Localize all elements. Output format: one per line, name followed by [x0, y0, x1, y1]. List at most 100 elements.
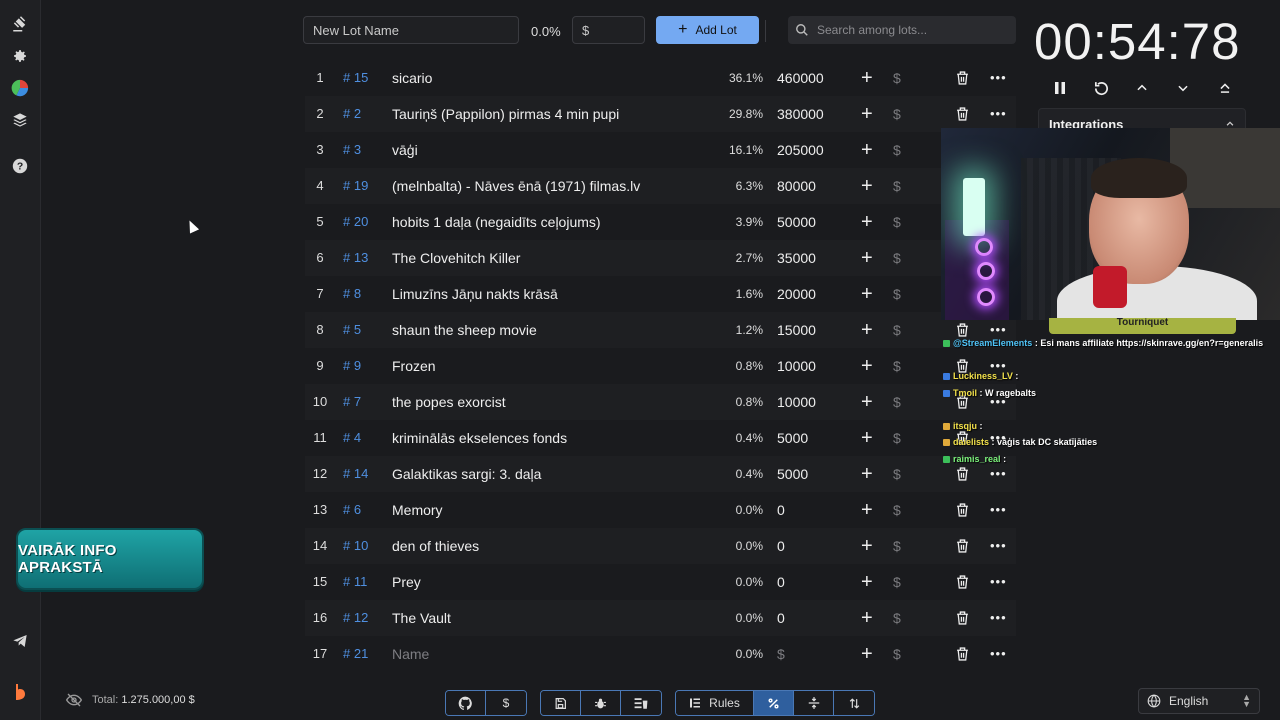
currency-button[interactable]: $: [893, 132, 901, 168]
lot-amount[interactable]: 5000: [777, 420, 808, 456]
compact-toggle[interactable]: [794, 691, 834, 715]
percent-toggle[interactable]: [754, 691, 794, 715]
lot-name[interactable]: hobits 1 daļa (negaidīts ceļojums): [392, 204, 601, 240]
pause-icon[interactable]: [1049, 78, 1071, 98]
add-lot-button[interactable]: + Add Lot: [656, 16, 759, 44]
gavel-icon[interactable]: [8, 12, 32, 36]
help-icon[interactable]: ?: [8, 154, 32, 178]
lot-name[interactable]: kriminālās ekselences fonds: [392, 420, 567, 456]
trash-icon[interactable]: [956, 467, 969, 481]
more-options-button[interactable]: •••: [990, 636, 1007, 672]
currency-button[interactable]: $: [893, 168, 901, 204]
add-amount-button[interactable]: +: [861, 348, 875, 384]
lot-amount[interactable]: 0: [777, 528, 785, 564]
brand-icon[interactable]: [8, 680, 32, 704]
trash-icon[interactable]: [956, 575, 969, 589]
currency-button[interactable]: $: [893, 60, 901, 96]
eye-off-icon[interactable]: [66, 693, 82, 707]
language-select[interactable]: English ▲ ▼: [1138, 688, 1260, 714]
add-amount-button[interactable]: +: [861, 564, 875, 600]
lot-amount[interactable]: 205000: [777, 132, 824, 168]
trash-icon[interactable]: [956, 647, 969, 661]
lot-name[interactable]: shaun the sheep movie: [392, 312, 537, 348]
trash-icon[interactable]: [956, 71, 969, 85]
add-amount-button[interactable]: +: [861, 60, 875, 96]
lot-amount[interactable]: 0: [777, 492, 785, 528]
more-options-button[interactable]: •••: [990, 60, 1007, 96]
sort-button[interactable]: [834, 691, 874, 715]
lot-amount[interactable]: 0: [777, 564, 785, 600]
chevron-down-icon[interactable]: [1172, 78, 1194, 98]
lot-amount-input[interactable]: [572, 16, 645, 44]
trash-icon[interactable]: [956, 107, 969, 121]
lot-amount[interactable]: 5000: [777, 456, 808, 492]
more-options-button[interactable]: •••: [990, 564, 1007, 600]
trash-icon[interactable]: [956, 611, 969, 625]
add-amount-button[interactable]: +: [861, 384, 875, 420]
currency-button[interactable]: $: [893, 528, 901, 564]
lot-amount[interactable]: 50000: [777, 204, 816, 240]
lot-name[interactable]: den of thieves: [392, 528, 479, 564]
add-amount-button[interactable]: +: [861, 528, 875, 564]
layers-icon[interactable]: [8, 108, 32, 132]
lot-amount[interactable]: 460000: [777, 60, 824, 96]
trash-icon[interactable]: [956, 503, 969, 517]
chevron-up-icon[interactable]: [1131, 78, 1153, 98]
double-up-icon[interactable]: [1214, 78, 1236, 98]
reset-icon[interactable]: [1090, 78, 1112, 98]
lot-name[interactable]: Frozen: [392, 348, 436, 384]
lot-name-input[interactable]: [303, 16, 519, 44]
add-amount-button[interactable]: +: [861, 420, 875, 456]
more-options-button[interactable]: •••: [990, 96, 1007, 132]
lot-amount[interactable]: 10000: [777, 348, 816, 384]
currency-button[interactable]: $: [893, 312, 901, 348]
gear-icon[interactable]: [8, 44, 32, 68]
add-amount-button[interactable]: +: [861, 636, 875, 672]
add-amount-button[interactable]: +: [861, 132, 875, 168]
lot-amount[interactable]: 0: [777, 600, 785, 636]
clear-list-button[interactable]: [621, 691, 661, 715]
currency-button[interactable]: $: [893, 240, 901, 276]
lot-name[interactable]: sicario: [392, 60, 432, 96]
pie-chart-icon[interactable]: [8, 76, 32, 100]
currency-button[interactable]: $: [893, 348, 901, 384]
currency-button[interactable]: $: [893, 636, 901, 672]
lot-name[interactable]: The Clovehitch Killer: [392, 240, 520, 276]
lot-name[interactable]: Memory: [392, 492, 443, 528]
more-options-button[interactable]: •••: [990, 600, 1007, 636]
bug-report-button[interactable]: [581, 691, 621, 715]
currency-button[interactable]: $: [893, 276, 901, 312]
currency-button[interactable]: $: [893, 384, 901, 420]
telegram-icon[interactable]: [8, 629, 32, 653]
add-amount-button[interactable]: +: [861, 204, 875, 240]
add-amount-button[interactable]: +: [861, 456, 875, 492]
search-box[interactable]: [788, 16, 1016, 44]
lot-name[interactable]: Prey: [392, 564, 421, 600]
lot-amount[interactable]: 10000: [777, 384, 816, 420]
lot-amount[interactable]: 35000: [777, 240, 816, 276]
currency-button[interactable]: $: [893, 96, 901, 132]
lot-name[interactable]: Galaktikas sargi: 3. daļa: [392, 456, 541, 492]
rules-button[interactable]: Rules: [676, 691, 754, 715]
lot-name[interactable]: vāģi: [392, 132, 418, 168]
add-amount-button[interactable]: +: [861, 96, 875, 132]
currency-button[interactable]: $: [893, 600, 901, 636]
currency-button[interactable]: $: [893, 564, 901, 600]
save-button[interactable]: [541, 691, 581, 715]
add-amount-button[interactable]: +: [861, 600, 875, 636]
lot-name[interactable]: Tauriņš (Pappilon) pirmas 4 min pupi: [392, 96, 619, 132]
currency-button[interactable]: $: [893, 456, 901, 492]
lot-amount[interactable]: 380000: [777, 96, 824, 132]
currency-button[interactable]: $: [893, 492, 901, 528]
lot-amount[interactable]: 20000: [777, 276, 816, 312]
lot-name[interactable]: Limuzīns Jāņu nakts krāsā: [392, 276, 558, 312]
trash-icon[interactable]: [956, 323, 969, 337]
donate-button[interactable]: $: [486, 691, 526, 715]
lot-amount[interactable]: 15000: [777, 312, 816, 348]
add-amount-button[interactable]: +: [861, 240, 875, 276]
lot-amount[interactable]: 80000: [777, 168, 816, 204]
lot-name[interactable]: the popes exorcist: [392, 384, 506, 420]
github-button[interactable]: [446, 691, 486, 715]
more-options-button[interactable]: •••: [990, 528, 1007, 564]
search-input[interactable]: [815, 22, 1009, 38]
